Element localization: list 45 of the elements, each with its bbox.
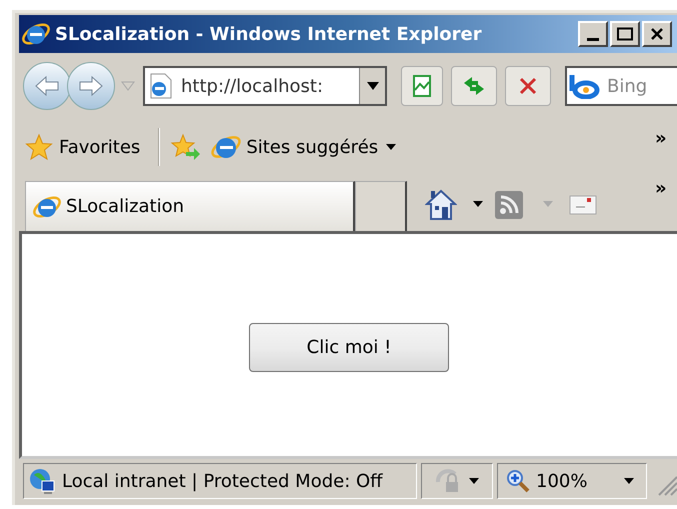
globe-computer-icon bbox=[28, 467, 56, 495]
address-field[interactable]: http://localhost: bbox=[143, 66, 387, 106]
clic-moi-button[interactable]: Clic moi ! bbox=[249, 323, 449, 372]
zoom-icon bbox=[506, 469, 530, 493]
feed-icon[interactable] bbox=[495, 191, 523, 219]
stop-button[interactable] bbox=[505, 66, 551, 106]
favorites-button[interactable]: Favorites bbox=[25, 133, 140, 161]
close-icon bbox=[519, 77, 537, 95]
search-field[interactable]: Bing bbox=[565, 66, 677, 106]
dropdown-button[interactable] bbox=[359, 68, 385, 104]
browser-tab[interactable]: SLocalization bbox=[25, 181, 355, 231]
url-text: http://localhost: bbox=[181, 74, 324, 98]
caret-icon bbox=[469, 478, 479, 484]
right-arrow-icon bbox=[78, 75, 104, 97]
suggested-sites-button[interactable]: Sites suggérés bbox=[210, 132, 378, 162]
minimize-button[interactable] bbox=[578, 21, 608, 47]
home-icon[interactable] bbox=[425, 189, 457, 221]
star-arrow-icon[interactable] bbox=[170, 133, 202, 161]
overflow-chevron[interactable]: » bbox=[655, 125, 667, 152]
back-button[interactable] bbox=[23, 62, 71, 110]
lock-icon bbox=[435, 468, 461, 494]
window-title: SLocalization - Windows Internet Explorer bbox=[55, 22, 482, 46]
refresh-button[interactable] bbox=[451, 66, 497, 106]
maximize-button[interactable] bbox=[610, 21, 640, 47]
compatibility-button[interactable] bbox=[401, 66, 443, 106]
minimize-icon bbox=[587, 38, 599, 41]
security-button[interactable] bbox=[421, 463, 493, 499]
close-icon bbox=[650, 27, 664, 41]
refresh-arrows-icon bbox=[462, 75, 486, 97]
new-tab-button[interactable] bbox=[355, 181, 407, 231]
forward-button[interactable] bbox=[67, 62, 115, 110]
caret-icon bbox=[624, 478, 634, 484]
zoom-button[interactable]: 100% bbox=[497, 463, 647, 499]
caret-icon bbox=[366, 82, 378, 90]
maximize-icon bbox=[617, 27, 633, 41]
overflow-chevron[interactable]: » bbox=[655, 175, 667, 202]
left-arrow-icon bbox=[34, 75, 60, 97]
mail-icon[interactable] bbox=[569, 195, 597, 215]
zone-text: Local intranet | Protected Mode: Off bbox=[62, 470, 383, 494]
caret-icon[interactable] bbox=[473, 201, 483, 207]
search-input[interactable]: Bing bbox=[607, 72, 667, 100]
star-icon bbox=[25, 133, 53, 161]
close-button[interactable] bbox=[642, 21, 672, 47]
broken-page-icon bbox=[412, 74, 432, 98]
caret-icon[interactable] bbox=[386, 144, 396, 150]
